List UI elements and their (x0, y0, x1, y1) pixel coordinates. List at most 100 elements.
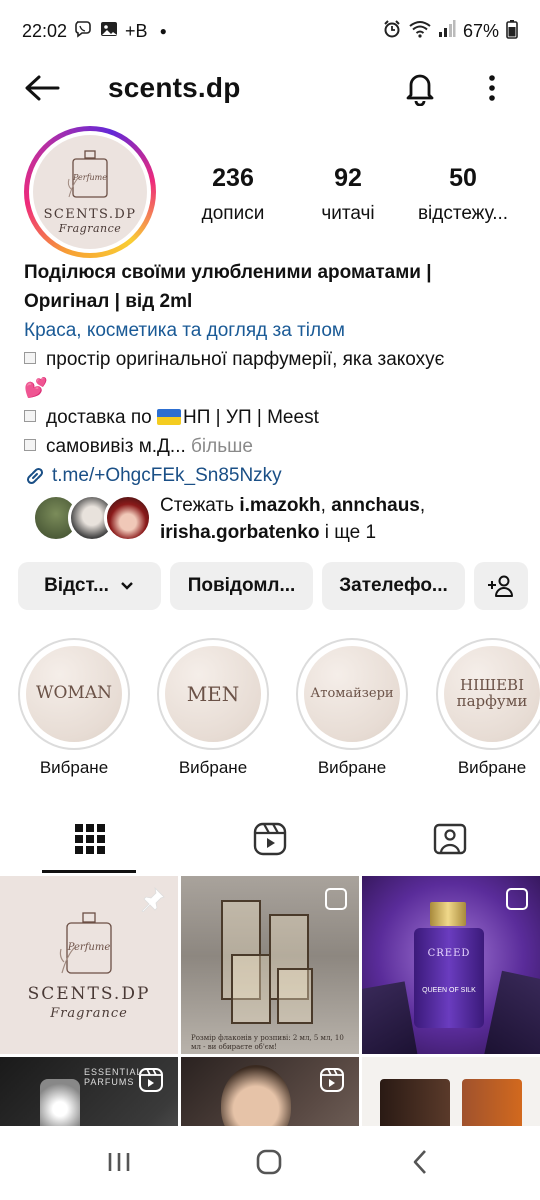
story-highlights: WOMAN Вибране MEN Вибране Атомайзери Виб… (0, 638, 540, 788)
bio-category[interactable]: Краса, косметика та догляд за тілом (24, 316, 524, 345)
stat-followers-value: 92 (334, 164, 362, 192)
bio-link[interactable]: t.me/+OhgcFEk_Sn85Nzky (24, 461, 524, 490)
stat-posts-value: 236 (212, 164, 254, 192)
recent-apps-icon (108, 1153, 130, 1171)
home-button[interactable] (239, 1142, 299, 1182)
highlight-item[interactable]: MEN Вибране (157, 638, 269, 778)
bio-line-2: доставка по НП | УП | Meest (24, 403, 524, 432)
add-person-icon (488, 575, 513, 597)
lavender-decor (483, 970, 540, 1054)
battery-level: 67% (462, 20, 499, 41)
status-time: 22:02 (22, 20, 68, 41)
stat-following-value: 50 (449, 164, 477, 192)
more-options-button[interactable] (474, 68, 510, 108)
post-thumbnail-6[interactable] (362, 1057, 540, 1126)
highlight-item[interactable]: НІШЕВІ парфуми Вибране (436, 638, 540, 778)
vertical-dots-icon (489, 75, 495, 101)
highlight-cover: НІШЕВІ парфуми (444, 646, 540, 742)
status-bar: 22:02 +B ● 67% (0, 0, 540, 62)
back-button[interactable] (22, 70, 62, 106)
bio-name-line2: Оригінал | від 2ml (24, 291, 193, 312)
stat-following-label: відстежу... (417, 203, 509, 224)
avatar-logo-text: SCENTS.DP (43, 207, 137, 222)
wifi-icon (409, 19, 431, 44)
chevron-down-icon (121, 582, 133, 590)
active-tab-indicator (42, 870, 136, 873)
link-icon (26, 467, 44, 484)
alarm-icon (382, 19, 402, 44)
reel-indicator-icon (320, 1068, 344, 1092)
profile-username: scents.dp (108, 72, 241, 103)
followed-by[interactable]: Стежать i.mazokh, annchaus, irisha.gorba… (32, 492, 532, 548)
bio-more-link[interactable]: більше (186, 436, 253, 457)
highlight-cover: MEN (165, 646, 261, 742)
notifications-button[interactable] (400, 68, 440, 108)
tab-posts-grid[interactable] (0, 806, 180, 872)
stat-following[interactable]: 50 відстежу... (410, 164, 516, 225)
stat-posts[interactable]: 236 дописи (186, 164, 280, 225)
recent-apps-button[interactable] (89, 1142, 149, 1182)
followed-by-text: Стежать i.mazokh, annchaus, irisha.gorba… (160, 495, 426, 543)
dot-icon: ● (159, 24, 167, 38)
highlight-label: Вибране (317, 758, 387, 777)
highlight-item[interactable]: Атомайзери Вибране (296, 638, 408, 778)
multiple-photos-icon (506, 888, 528, 910)
hearts-emoji: 💕 (24, 378, 48, 399)
bullet-icon (24, 410, 36, 422)
perfume-vials-image (211, 894, 331, 1024)
perfume-cap-image (430, 902, 466, 926)
bio-line-1: простір оригінальної парфумерії, яка зак… (24, 345, 524, 374)
stat-followers[interactable]: 92 читачі (306, 164, 390, 225)
post-thumbnail-3[interactable]: CREED QUEEN OF SILK (362, 876, 540, 1054)
tab-tagged[interactable] (360, 806, 540, 872)
call-button[interactable]: Зателефо... (322, 562, 465, 610)
ukraine-flag-icon (157, 409, 182, 425)
back-nav-button[interactable] (390, 1142, 450, 1182)
posts-grid: Perfume SCENTS.DP Fragrance Розмір флако… (0, 876, 540, 1126)
highlight-cover: WOMAN (26, 646, 122, 742)
viber-icon (73, 19, 93, 44)
post-caption-text: Розмір флаконів у розпиві: 2 мл, 5 мл, 1… (191, 1034, 344, 1051)
highlight-label: Вибране (178, 758, 248, 777)
highlight-label: Вибране (39, 758, 109, 777)
avatar-logo-subtext: Fragrance (58, 222, 122, 235)
bio-line-3: самовивіз м.Д... більше (24, 432, 524, 461)
tab-reels[interactable] (180, 806, 360, 872)
add-person-button[interactable] (474, 562, 528, 610)
system-nav-bar (0, 1126, 540, 1200)
message-button[interactable]: Повідомл... (170, 562, 313, 610)
post-thumbnail-5[interactable] (181, 1057, 359, 1126)
notification-count: +B (125, 20, 148, 41)
highlight-item[interactable]: WOMAN Вибране (18, 638, 130, 778)
lavender-decor (362, 981, 419, 1054)
post-thumbnail-4[interactable]: ESSENTIAL PARFUMS (0, 1057, 178, 1126)
post-thumbnail-1[interactable]: Perfume SCENTS.DP Fragrance (0, 876, 178, 1054)
pin-icon (141, 886, 165, 912)
bio-name-line1: Поділюся своїми улюбленими ароматами | (24, 262, 432, 283)
battery-icon (506, 19, 518, 44)
following-button[interactable]: Відст... (18, 562, 161, 610)
bullet-icon (24, 352, 36, 364)
post-overlay-text: ESSENTIAL PARFUMS (84, 1067, 143, 1087)
tagged-person-icon (433, 823, 467, 855)
gallery-icon (99, 19, 119, 44)
signal-icon (438, 19, 456, 44)
profile-header: scents.dp (0, 62, 540, 114)
post-logo-subtext: Fragrance (50, 1006, 128, 1021)
arrow-left-icon (25, 75, 60, 101)
perfume-bottle-logo-icon: Perfume (67, 150, 108, 198)
perfume-bottle-image: CREED QUEEN OF SILK (414, 928, 484, 1028)
follower-avatar-3 (104, 494, 152, 542)
home-icon (256, 1149, 282, 1175)
svg-text:Perfume: Perfume (72, 173, 107, 182)
post-thumbnail-2[interactable]: Розмір флаконів у розпиві: 2 мл, 5 мл, 1… (181, 876, 359, 1054)
profile-avatar[interactable]: Perfume SCENTS.DP Fragrance (24, 126, 156, 258)
post-logo-text: SCENTS.DP (27, 984, 151, 1004)
perfume-bottle-logo-icon: Perfume (59, 912, 112, 974)
grid-icon (75, 824, 105, 854)
highlight-cover: Атомайзери (304, 646, 400, 742)
stat-followers-label: читачі (321, 203, 375, 224)
bullet-icon (24, 439, 36, 451)
svg-text:Perfume: Perfume (67, 942, 111, 953)
bell-icon (406, 74, 434, 106)
